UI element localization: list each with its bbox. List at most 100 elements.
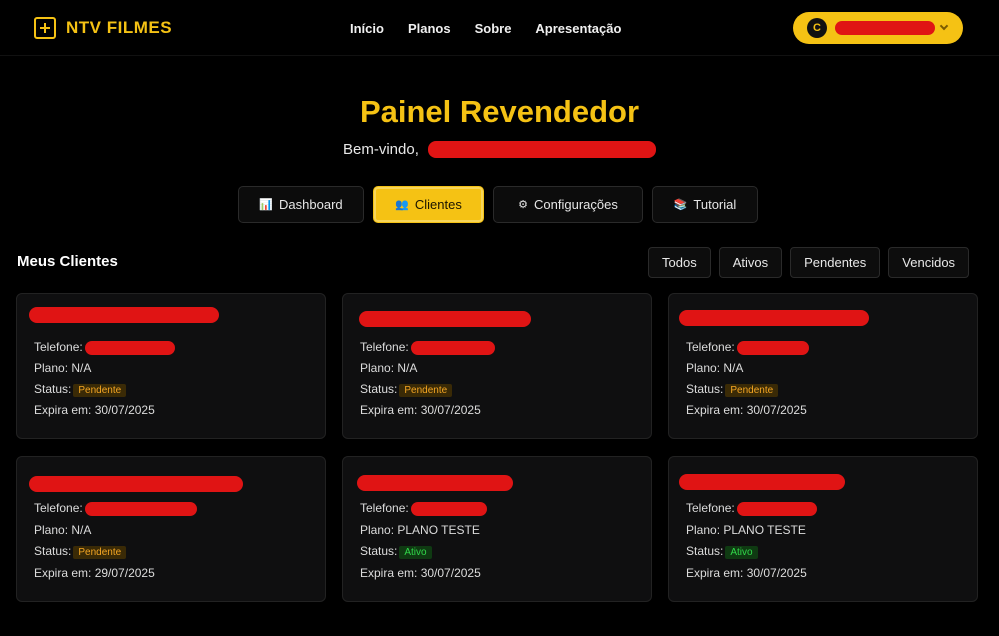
client-plan: Plano: N/A — [686, 361, 743, 375]
client-expiry: Expira em: 29/07/2025 — [34, 566, 155, 580]
expires-label: Expira em: — [360, 566, 418, 580]
phone-redacted — [736, 340, 809, 355]
nav-link-planos[interactable]: Planos — [408, 21, 451, 36]
client-email-redacted — [29, 476, 243, 492]
filter-todos[interactable]: Todos — [648, 247, 711, 278]
status-label: Status: — [686, 544, 724, 558]
client-card[interactable]: Telefone: Plano: N/A Status: Pendente Exp… — [342, 293, 652, 439]
status-badge: Ativo — [399, 546, 432, 559]
plan-label: Plano: — [686, 523, 721, 537]
client-card[interactable]: Telefone: Plano: N/A Status: Pendente Exp… — [668, 293, 978, 439]
expires-value: 30/07/2025 — [746, 566, 807, 580]
chart-icon: 📊 — [259, 199, 274, 211]
plan-value: N/A — [71, 361, 92, 375]
plan-label: Plano: — [360, 361, 395, 375]
client-expiry: Expira em: 30/07/2025 — [360, 566, 481, 580]
status-badge: Pendente — [73, 384, 127, 397]
client-plan: Plano: PLANO TESTE — [360, 523, 480, 537]
users-icon: 👥 — [395, 199, 409, 211]
nav-link-apresentacao[interactable]: Apresentação — [535, 21, 621, 36]
phone-label: Telefone: — [686, 501, 735, 515]
tab-dashboard[interactable]: 📊 Dashboard — [238, 186, 364, 223]
client-plan: Plano: PLANO TESTE — [686, 523, 806, 537]
filter-ativos[interactable]: Ativos — [718, 247, 783, 278]
page-title: Painel Revendedor — [359, 94, 640, 129]
main-nav: Início Planos Sobre Apresentação — [350, 21, 621, 36]
expires-value: 30/07/2025 — [94, 403, 155, 417]
client-plan: Plano: N/A — [34, 523, 91, 537]
welcome-email-redacted — [428, 141, 656, 158]
expires-label: Expira em: — [360, 403, 418, 417]
plan-value: PLANO TESTE — [723, 523, 806, 537]
avatar: C — [807, 18, 827, 38]
client-card[interactable]: Telefone: Plano: N/A Status: Pendente Exp… — [16, 456, 326, 602]
phone-label: Telefone: — [360, 501, 409, 515]
client-expiry: Expira em: 30/07/2025 — [360, 403, 481, 417]
phone-redacted — [410, 340, 495, 355]
expires-value: 30/07/2025 — [420, 403, 481, 417]
brand-name: NTV FILMES — [66, 18, 173, 37]
plan-label: Plano: — [686, 361, 721, 375]
expires-value: 30/07/2025 — [746, 403, 807, 417]
plan-label: Plano: — [34, 523, 69, 537]
filter-pendentes[interactable]: Pendentes — [790, 247, 881, 278]
user-menu-button[interactable]: C — [793, 12, 963, 44]
client-phone: Telefone: — [686, 501, 817, 516]
section-title: Meus Clientes — [17, 253, 118, 270]
client-email-redacted — [679, 474, 845, 490]
tab-configuracoes[interactable]: ⚙ Configurações — [493, 186, 643, 223]
phone-label: Telefone: — [686, 340, 735, 354]
plan-value: PLANO TESTE — [397, 523, 480, 537]
expires-label: Expira em: — [686, 566, 744, 580]
user-name-redacted — [835, 21, 935, 35]
expires-value: 30/07/2025 — [420, 566, 481, 580]
client-email-redacted — [359, 311, 531, 327]
client-status: Status: Pendente — [34, 382, 127, 397]
phone-label: Telefone: — [360, 340, 409, 354]
client-card[interactable]: Telefone: Plano: PLANO TESTE Status: Ativ… — [342, 456, 652, 602]
client-card[interactable]: Telefone: Plano: N/A Status: Pendente Exp… — [16, 293, 326, 439]
client-status: Status: Ativo — [686, 544, 758, 559]
tab-label: Dashboard — [279, 197, 343, 212]
client-phone: Telefone: — [34, 340, 175, 355]
status-label: Status: — [34, 382, 72, 396]
client-card[interactable]: Telefone: Plano: PLANO TESTE Status: Ativ… — [668, 456, 978, 602]
status-label: Status: — [686, 382, 724, 396]
phone-redacted — [84, 501, 197, 516]
client-plan: Plano: N/A — [360, 361, 417, 375]
phone-redacted — [736, 501, 817, 516]
client-email-redacted — [679, 310, 869, 326]
plan-value: N/A — [71, 523, 92, 537]
phone-redacted — [410, 501, 487, 516]
plan-label: Plano: — [360, 523, 395, 537]
nav-link-sobre[interactable]: Sobre — [475, 21, 512, 36]
client-plan: Plano: N/A — [34, 361, 91, 375]
client-status: Status: Pendente — [686, 382, 779, 397]
phone-redacted — [84, 340, 175, 355]
client-status: Status: Pendente — [360, 382, 453, 397]
tab-tutorial[interactable]: 📚 Tutorial — [652, 186, 758, 223]
status-label: Status: — [34, 544, 72, 558]
status-label: Status: — [360, 382, 398, 396]
status-badge: Pendente — [725, 384, 779, 397]
books-icon: 📚 — [673, 199, 688, 211]
panel-tabs: 📊 Dashboard 👥 Clientes ⚙ Configurações 📚… — [238, 186, 758, 223]
welcome-text: Bem-vindo, — [343, 141, 419, 158]
gear-icon: ⚙ — [518, 199, 529, 211]
tab-label: Clientes — [414, 197, 462, 212]
plan-label: Plano: — [34, 361, 69, 375]
client-phone: Telefone: — [360, 501, 487, 516]
client-phone: Telefone: — [686, 340, 809, 355]
status-badge: Pendente — [399, 384, 453, 397]
status-label: Status: — [360, 544, 398, 558]
plus-square-icon — [34, 17, 56, 39]
filter-vencidos[interactable]: Vencidos — [888, 247, 970, 278]
expires-label: Expira em: — [686, 403, 744, 417]
nav-link-inicio[interactable]: Início — [350, 21, 384, 36]
phone-label: Telefone: — [34, 340, 83, 354]
client-email-redacted — [357, 475, 513, 491]
status-filters: Todos Ativos Pendentes Vencidos — [648, 247, 970, 278]
tab-clientes[interactable]: 👥 Clientes — [373, 186, 484, 223]
brand-logo[interactable]: NTV FILMES — [34, 17, 172, 39]
client-expiry: Expira em: 30/07/2025 — [34, 403, 155, 417]
